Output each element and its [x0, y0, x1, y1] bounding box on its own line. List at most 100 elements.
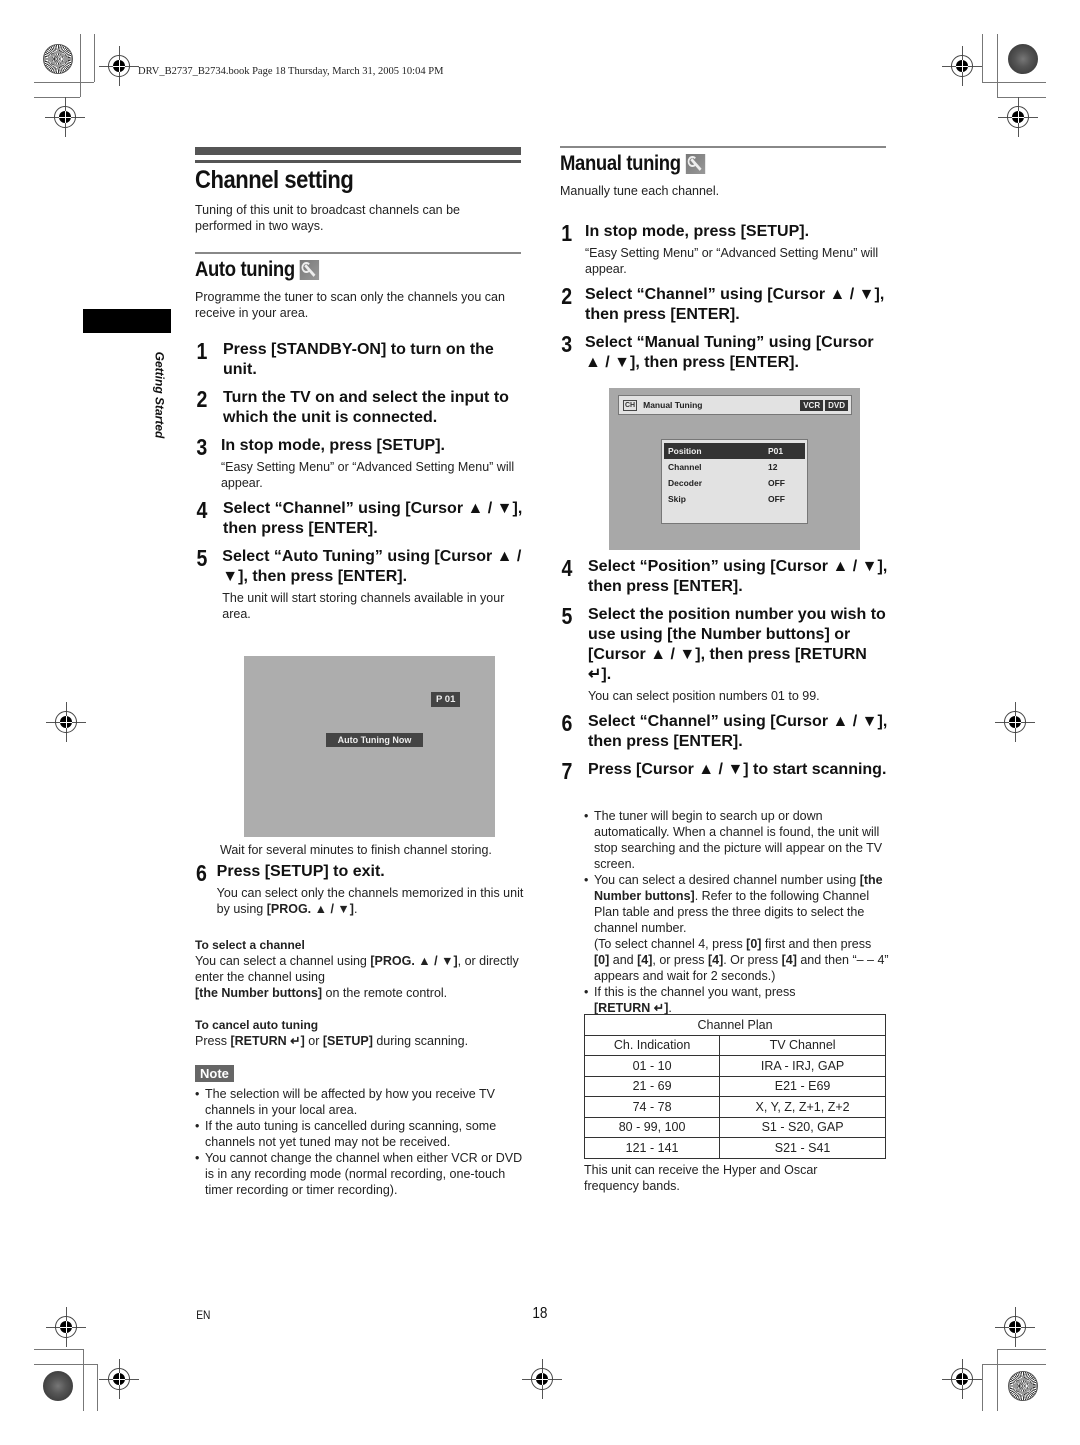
- select-channel-text: You can select a channel using [PROG. ▲ …: [195, 953, 520, 985]
- registration-mark-icon: [45, 97, 85, 137]
- step-text: Select “Channel” using [Cursor ▲ / ▼], t…: [588, 713, 888, 750]
- key-label: [4]: [781, 953, 797, 967]
- registration-mark-icon: [995, 702, 1035, 742]
- crop-line: [94, 34, 95, 82]
- step-4: 4 Select “Channel” using [Cursor ▲ / ▼], …: [195, 499, 525, 539]
- section-rule: [560, 146, 886, 148]
- menu-row-channel[interactable]: Channel 12: [664, 459, 805, 475]
- step-number: 6: [561, 710, 573, 736]
- manual-tuning-screen: CH Manual Tuning VCR DVD Position P01 Chan…: [609, 388, 860, 550]
- table-cell: 74 - 78: [583, 1096, 721, 1118]
- step-number: 4: [196, 497, 208, 523]
- menu-value: OFF: [768, 478, 785, 488]
- key-label: [4]: [707, 953, 724, 967]
- vcr-tag: VCR: [800, 399, 824, 411]
- step-number: 3: [561, 331, 573, 357]
- registration-mark-icon: [99, 1359, 139, 1399]
- wrench-icon: [300, 260, 320, 280]
- text: and: [609, 953, 638, 967]
- text: The tuner will begin to search up or dow…: [594, 809, 883, 871]
- cancel-heading: To cancel auto tuning: [195, 1018, 319, 1032]
- registration-mark-icon: [522, 1359, 562, 1399]
- table-cell: 21 - 69: [583, 1075, 721, 1097]
- text: on the remote control.: [322, 986, 448, 1000]
- step-number: 2: [561, 283, 573, 309]
- step-4: 4 Select “Position” using [Cursor ▲ / ▼],…: [560, 557, 895, 597]
- step-6: 6 Select “Channel” using [Cursor ▲ / ▼], …: [560, 712, 895, 752]
- table-cell: X, Y, Z, Z+1, Z+2: [719, 1096, 886, 1118]
- dvd-tag: DVD: [825, 399, 848, 411]
- step-2: 2 Turn the TV on and select the input to …: [195, 388, 525, 428]
- crop-line: [997, 1349, 998, 1411]
- crop-line: [997, 34, 998, 97]
- menu-row-decoder[interactable]: Decoder OFF: [664, 475, 805, 491]
- table-row: 121 - 141 S21 - S41: [583, 1137, 886, 1159]
- text: (To select channel 4, press: [594, 937, 747, 951]
- step-1: 1 Press [STANDBY-ON] to turn on the unit.: [195, 340, 525, 380]
- solid-circle-mark-icon: [43, 1371, 73, 1401]
- step-text: Press [Cursor ▲ / ▼] to start scanning.: [588, 761, 887, 778]
- step-5: 5 Select “Auto Tuning” using [Cursor ▲ / …: [195, 547, 525, 622]
- table-header: TV Channel: [719, 1034, 886, 1056]
- sub-text: .: [353, 902, 358, 916]
- select-channel-section: To select a channel You can select a cha…: [195, 937, 520, 1001]
- step-sub: You can select position numbers 01 to 99…: [588, 689, 820, 703]
- table-note: This unit can receive the Hyper and Osca…: [584, 1162, 818, 1193]
- registration-mark-icon: [942, 46, 982, 86]
- note-list: The selection will be affected by how yo…: [195, 1086, 525, 1198]
- title-bar: [195, 147, 521, 155]
- print-header: DRV_B2737_B2734.book Page 18 Thursday, M…: [138, 66, 444, 77]
- manual-tuning-menu: Position P01 Channel 12 Decoder OFF Skip OFF: [661, 439, 808, 524]
- step-text: Select “Position” using [Cursor ▲ / ▼], …: [588, 558, 888, 595]
- crop-line: [80, 34, 81, 97]
- table-cell: 80 - 99, 100: [583, 1116, 721, 1138]
- crop-line: [34, 1349, 83, 1350]
- registration-mark-icon: [46, 702, 86, 742]
- note-item: The selection will be affected by how yo…: [195, 1086, 525, 1118]
- table-cell: IRA - IRJ, GAP: [719, 1055, 886, 1077]
- registration-mark-icon: [99, 46, 139, 86]
- auto-tuning-heading: Auto tuning: [195, 258, 320, 282]
- select-channel-text-2: [the Number buttons] on the remote contr…: [195, 985, 520, 1001]
- menu-value: 12: [768, 462, 778, 472]
- step-6: 6 Press [SETUP] to exit. You can select …: [195, 862, 525, 917]
- position-indicator: P 01: [431, 692, 461, 707]
- step-number: 7: [561, 758, 573, 784]
- auto-tuning-intro: Programme the tuner to scan only the cha…: [195, 290, 505, 320]
- text: Press: [195, 1034, 231, 1048]
- table-row: 21 - 69 E21 - E69: [583, 1075, 886, 1097]
- menu-row-position[interactable]: Position P01: [664, 443, 805, 459]
- text: You can select a channel using: [195, 954, 371, 968]
- number-buttons-key: [the Number buttons]: [195, 986, 323, 1000]
- crop-line: [982, 1364, 1046, 1365]
- step-number: 5: [561, 603, 573, 629]
- step-text: Select the position number you wish to u…: [588, 606, 886, 683]
- auto-tuning-screen: P 01 Auto Tuning Now: [244, 656, 495, 837]
- crop-line: [982, 1364, 983, 1411]
- bullet-item: If this is the channel you want, press […: [584, 984, 889, 1016]
- screen-header: CH Manual Tuning VCR DVD: [618, 395, 852, 415]
- table-cell: 01 - 10: [583, 1055, 721, 1077]
- step-text: Select “Auto Tuning” using [Cursor ▲ / ▼…: [222, 548, 522, 585]
- footer-language: EN: [196, 1308, 211, 1322]
- menu-key: Position: [668, 446, 702, 456]
- table-title: Channel Plan: [584, 1014, 886, 1036]
- intro-text: Tuning of this unit to broadcast channel…: [195, 203, 460, 233]
- table-row: 74 - 78 X, Y, Z, Z+1, Z+2: [583, 1096, 886, 1118]
- prog-key: [PROG. ▲ / ▼]: [266, 902, 354, 916]
- key-label: [4]: [637, 953, 653, 967]
- note-item: You cannot change the channel when eithe…: [195, 1150, 525, 1198]
- step-number: 3: [196, 434, 208, 460]
- menu-row-skip[interactable]: Skip OFF: [664, 491, 805, 507]
- key-label: [0]: [746, 937, 762, 951]
- step-3: 3 Select “Manual Tuning” using [Cursor ▲ …: [560, 333, 890, 373]
- registration-mark-icon: [942, 1359, 982, 1399]
- note-item: If the auto tuning is cancelled during s…: [195, 1118, 525, 1150]
- screen-title: Manual Tuning: [643, 400, 703, 410]
- step-number: 4: [561, 555, 573, 581]
- prog-key: [PROG. ▲ / ▼]: [370, 954, 458, 968]
- setup-key: [SETUP]: [322, 1034, 373, 1048]
- table-cell: S1 - S20, GAP: [719, 1116, 886, 1138]
- step-3: 3 In stop mode, press [SETUP]. “Easy Setti…: [195, 436, 525, 491]
- crop-line: [982, 34, 983, 82]
